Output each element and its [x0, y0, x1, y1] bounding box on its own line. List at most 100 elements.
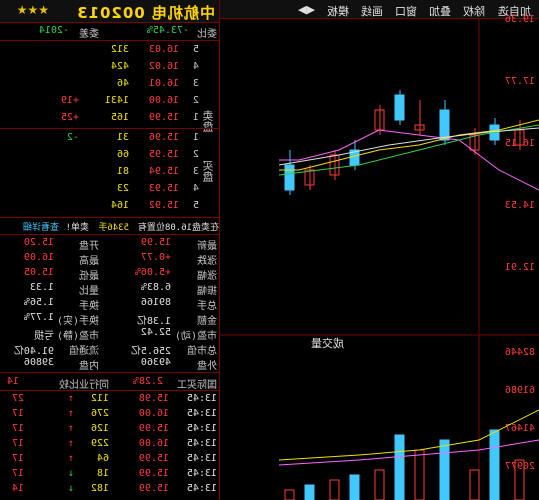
- warning-line[interactable]: 在卖盘16.08位置有 5346手 卖单! 查看详细: [0, 220, 219, 234]
- order-volume: 31: [116, 132, 129, 143]
- order-volume: 165: [110, 112, 129, 123]
- order-level: 1: [192, 132, 199, 143]
- buy-order-row[interactable]: 4 15.93 23: [0, 183, 219, 197]
- stat-row: 外盘 49360 内盘 39806: [0, 357, 219, 372]
- stat-value: 1.33: [29, 282, 54, 293]
- stat-row: 涨跌 +0.77 最高 16.09: [0, 252, 219, 267]
- stat-label: 换手(实): [56, 316, 99, 327]
- stat-label: 量比: [79, 286, 99, 297]
- tick-volume: 18: [96, 468, 109, 479]
- tick-count: 27: [11, 393, 24, 404]
- tick-row: 13:45 15.99 64 ↑ 17: [0, 453, 219, 467]
- order-delta: +25: [60, 112, 79, 123]
- stat-label: 外盘: [197, 361, 217, 372]
- tick-price: 15.99: [138, 468, 169, 479]
- stat-row: 涨幅 +5.06% 最低 15.05: [0, 267, 219, 282]
- order-level: 2: [192, 95, 199, 106]
- divider: [0, 234, 219, 235]
- industry-value: 2.28%: [132, 376, 163, 387]
- volume-bar: [489, 429, 500, 500]
- tick-time: 13:45: [186, 393, 217, 404]
- quote-header: 中航机电 002013 ★★★: [0, 0, 219, 23]
- buy-order-row[interactable]: 1 15.96 31 -2: [0, 132, 219, 146]
- sell-order-row[interactable]: 1 15.99 165 +25: [0, 112, 219, 126]
- order-price: 16.02: [148, 61, 179, 72]
- rating-stars: ★★★: [16, 3, 49, 17]
- volume-ma-line: [278, 409, 539, 461]
- stat-value: +0.77: [140, 252, 171, 263]
- stat-label: 市盈(动): [174, 331, 217, 342]
- buy-order-row[interactable]: 5 15.92 164: [0, 200, 219, 214]
- buy-order-row[interactable]: 3 15.94 81: [0, 166, 219, 180]
- ma-line: [279, 129, 539, 191]
- tick-time: 13:45: [186, 468, 217, 479]
- candle[interactable]: [284, 164, 295, 191]
- warning-detail-link[interactable]: 查看详细: [23, 220, 59, 233]
- stat-label: 涨幅: [197, 271, 217, 282]
- volume-bar: [469, 469, 480, 500]
- volume-bar: [439, 439, 450, 500]
- order-volume: 23: [116, 183, 129, 194]
- warning-text-a: 在卖盘16.08位置有: [137, 223, 219, 233]
- order-price: 15.95: [148, 149, 179, 160]
- tick-price: 15.99: [138, 453, 169, 464]
- tick-time: 13:45: [186, 483, 217, 494]
- stat-row: 总手 89166 换手 1.56%: [0, 297, 219, 312]
- tick-row: 13:45 15.99 126 ↑ 17: [0, 423, 219, 437]
- volume-axis-label: 20977: [505, 461, 535, 472]
- warning-text-b: 5346手: [98, 223, 129, 233]
- order-volume: 424: [110, 61, 129, 72]
- price-axis-label: 12.91: [505, 262, 535, 273]
- order-price: 15.99: [148, 112, 179, 123]
- tick-price: 16.00: [138, 408, 169, 419]
- stock-title[interactable]: 中航机电 002013: [76, 2, 215, 23]
- arrow-up-icon: ↑: [67, 393, 74, 404]
- tick-volume: 229: [90, 438, 109, 449]
- arrow-down-icon: ↓: [67, 468, 74, 479]
- order-volume: 312: [110, 44, 129, 55]
- volume-bar: [394, 434, 405, 500]
- order-volume: 1431: [104, 95, 129, 106]
- sell-order-row[interactable]: 4 16.02 424: [0, 61, 219, 75]
- sell-order-row[interactable]: 3 16.01 46: [0, 78, 219, 92]
- order-delta: -2: [66, 132, 79, 143]
- tick-volume: 64: [96, 453, 109, 464]
- committee-ratio: -73.45%: [146, 25, 189, 36]
- volume-bar: [414, 449, 425, 500]
- volume-bar: [374, 469, 385, 500]
- candle[interactable]: [439, 109, 450, 141]
- chart-area[interactable]: 加自选 除权 叠加 窗口 画线 模板 ◀▶ 19.36 17.77 16.15 14.53 12.9…: [219, 0, 539, 500]
- price-axis-label: 14.53: [505, 200, 535, 211]
- order-volume: 164: [110, 200, 129, 211]
- divider: [0, 40, 219, 41]
- warning-text-c: 卖单!: [65, 223, 89, 233]
- order-volume: 66: [116, 149, 129, 160]
- volume-axis-label: 61986: [505, 385, 535, 396]
- tick-count: 17: [11, 423, 24, 434]
- tick-price: 15.99: [138, 483, 169, 494]
- tick-volume: 126: [90, 423, 109, 434]
- order-price: 15.93: [148, 183, 179, 194]
- tick-volume: 276: [90, 408, 109, 419]
- stat-value: 256.5亿: [130, 346, 171, 357]
- order-level: 3: [192, 78, 199, 89]
- sell-order-row[interactable]: 2 16.00 1431 +19: [0, 95, 219, 109]
- stat-value: 1.77%: [23, 312, 54, 323]
- order-level: 1: [192, 112, 199, 123]
- industry-compare-link[interactable]: 同行业比较: [59, 376, 109, 391]
- order-level: 3: [192, 166, 199, 177]
- industry-num: 14: [6, 376, 19, 387]
- candle[interactable]: [394, 94, 405, 121]
- tick-row: 13:45 16.00 229 ↑ 17: [0, 438, 219, 452]
- sell-order-row[interactable]: 5 16.03 312: [0, 44, 219, 58]
- order-price: 15.96: [148, 132, 179, 143]
- kline-chart[interactable]: 19.3617.7716.1514.5312.91824466198641467…: [219, 0, 539, 500]
- divider: [0, 390, 219, 391]
- ma-line: [279, 119, 539, 171]
- tick-price: 15.98: [138, 393, 169, 404]
- arrow-up-icon: ↑: [67, 423, 74, 434]
- arrow-up-icon: ↑: [67, 453, 74, 464]
- ma-line: [278, 124, 539, 176]
- buy-order-row[interactable]: 2 15.95 66: [0, 149, 219, 163]
- order-volume: 46: [116, 78, 129, 89]
